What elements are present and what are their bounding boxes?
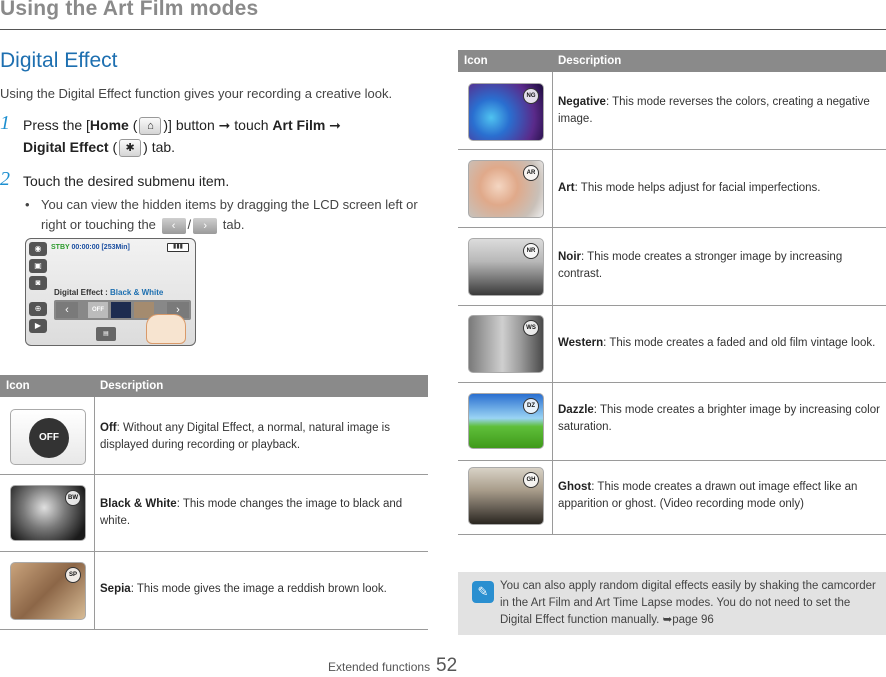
note-box: ✎ You can also apply random digital effe… [458, 572, 886, 635]
note-pen-icon: ✎ [472, 581, 494, 603]
western-thumbnail: WS [468, 315, 544, 373]
home-icon: ⌂ [139, 117, 162, 136]
table-row: DZ Dazzle: This mode creates a brighter … [458, 383, 886, 461]
ghost-thumbnail: GH [468, 467, 544, 525]
table-row: SP Sepia: This mode gives the image a re… [0, 552, 428, 630]
hand-icon [146, 314, 186, 344]
battery-icon: ▮▮▮ [167, 243, 189, 252]
effect-badge-icon: SP [65, 567, 81, 583]
bullet-tip: You can view the hidden items by draggin… [23, 195, 433, 235]
effect-badge-icon: NR [523, 243, 539, 259]
table-header: Icon Description [0, 375, 428, 397]
left-effects-table: Icon Description OFF Off: Without any Di… [0, 375, 428, 630]
note-text: You can also apply random digital effect… [500, 580, 876, 626]
table-header: Icon Description [458, 50, 886, 72]
row-description: Off: Without any Digital Effect, a norma… [100, 422, 390, 451]
right-effects-table: Icon Description NG Negative: This mode … [458, 50, 886, 535]
intro-text: Using the Digital Effect function gives … [0, 86, 393, 101]
effect-badge-icon: BW [65, 490, 81, 506]
effect-badge-icon: GH [523, 472, 539, 488]
row-description: Ghost: This mode creates a drawn out ima… [558, 481, 858, 510]
effect-badge-icon: AR [523, 165, 539, 181]
row-description: Black & White: This mode changes the ima… [100, 498, 403, 527]
step-number: 1 [0, 112, 10, 134]
page-title: Using the Art Film modes [0, 0, 259, 20]
noir-thumbnail: NR [468, 238, 544, 296]
off-icon: OFF [10, 409, 86, 465]
step-text: Touch the desired submenu item. [23, 173, 230, 189]
effect-badge-icon: NG [523, 88, 539, 104]
table-row: GH Ghost: This mode creates a drawn out … [458, 461, 886, 535]
column-header-description: Description [558, 55, 622, 67]
page-number: 52 [436, 655, 458, 676]
table-row: NG Negative: This mode reverses the colo… [458, 72, 886, 150]
column-header-description: Description [100, 380, 164, 392]
step-text: Press the [Home (⌂)] button ➞ touch Art … [23, 114, 423, 158]
camera-icon: ◙ [29, 276, 47, 290]
dazzle-thumbnail: DZ [468, 393, 544, 449]
page-header: Using the Art Film modes [0, 0, 886, 30]
effect-badge-icon: DZ [523, 398, 539, 414]
row-description: Western: This mode creates a faded and o… [558, 337, 876, 349]
table-row: NR Noir: This mode creates a stronger im… [458, 228, 886, 306]
video-icon: ▣ [29, 259, 47, 273]
black-white-thumbnail: BW [10, 485, 86, 541]
effect-badge-icon: WS [523, 320, 539, 336]
art-thumbnail: AR [468, 160, 544, 218]
section-title: Digital Effect [0, 49, 118, 72]
digital-effect-icon: ✱ [119, 139, 142, 158]
right-arrow-icon: › [193, 217, 218, 234]
lcd-left-menu: ◉ ▣ ◙ ⊕ ▶ [29, 242, 47, 336]
lcd-thumb [111, 302, 131, 318]
row-description: Noir: This mode creates a stronger image… [558, 251, 843, 280]
sepia-thumbnail: SP [10, 562, 86, 620]
lcd-effect-label: Digital Effect : Black & White [54, 288, 164, 297]
mode-icon: ◉ [29, 242, 47, 256]
left-arrow-icon: ‹ [56, 302, 78, 318]
lcd-screen-illustration: ◉ ▣ ◙ ⊕ ▶ STBY 00:00:00 [253Min] ▮▮▮ Dig… [25, 238, 196, 346]
column-header-icon: Icon [464, 55, 488, 67]
left-arrow-icon: ‹ [161, 217, 186, 234]
lcd-status: STBY 00:00:00 [253Min] [51, 244, 130, 251]
row-description: Art: This mode helps adjust for facial i… [558, 182, 821, 194]
playback-icon: ▶ [29, 319, 47, 333]
lcd-off-thumb: OFF [88, 302, 108, 318]
table-row: AR Art: This mode helps adjust for facia… [458, 150, 886, 228]
footer-label: Extended functions [328, 660, 431, 674]
row-description: Sepia: This mode gives the image a reddi… [100, 583, 387, 595]
table-row: WS Western: This mode creates a faded an… [458, 306, 886, 383]
negative-thumbnail: NG [468, 83, 544, 141]
row-description: Dazzle: This mode creates a brighter ima… [558, 404, 880, 433]
zoom-icon: ⊕ [29, 302, 47, 316]
table-row: OFF Off: Without any Digital Effect, a n… [0, 397, 428, 475]
step-number: 2 [0, 168, 10, 190]
row-description: Negative: This mode reverses the colors,… [558, 96, 870, 125]
table-row: BW Black & White: This mode changes the … [0, 475, 428, 552]
lcd-bottom-button: ▤ [96, 327, 116, 341]
column-header-icon: Icon [6, 380, 30, 392]
